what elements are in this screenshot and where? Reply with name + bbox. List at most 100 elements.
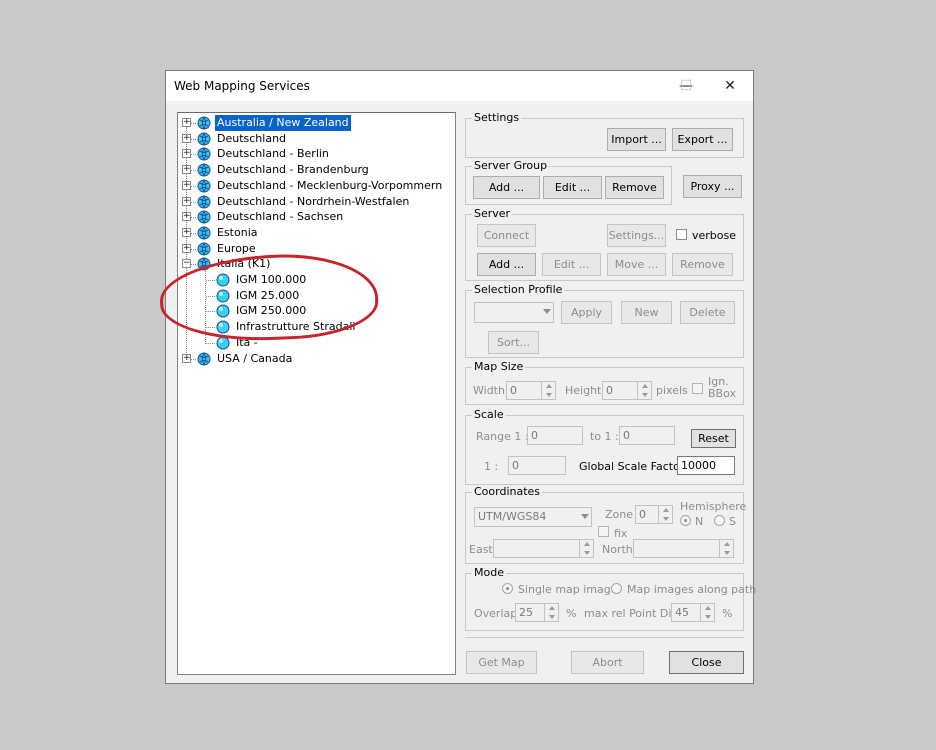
import-button[interactable]: Import ... <box>607 128 666 151</box>
profile-combo[interactable] <box>474 302 554 323</box>
coordinate-system-combo[interactable]: UTM/WGS84 <box>474 507 592 527</box>
zone-spinner[interactable] <box>658 506 672 523</box>
server-remove-button[interactable]: Remove <box>672 253 733 276</box>
overlap-spinner[interactable] <box>544 604 558 621</box>
north-field[interactable] <box>633 539 734 558</box>
tree-node[interactable]: + Europe <box>178 241 448 257</box>
north-spinner[interactable] <box>719 540 733 557</box>
server-group-globe-icon <box>197 116 211 130</box>
maximize-icon[interactable]: ☐ <box>664 71 708 101</box>
max-rel-field[interactable]: 45 <box>671 603 715 622</box>
fix-label: fix <box>614 527 628 540</box>
server-group-remove-button[interactable]: Remove <box>605 176 664 199</box>
expand-icon[interactable]: + <box>182 133 191 143</box>
tree-node[interactable]: + Estonia <box>178 225 448 241</box>
verbose-checkbox[interactable] <box>676 229 687 240</box>
hemisphere-label: Hemisphere <box>680 500 747 513</box>
profile-new-button[interactable]: New <box>621 301 672 324</box>
width-spinner[interactable] <box>541 382 555 399</box>
expand-icon[interactable]: + <box>182 243 191 253</box>
tree-child-label: IGM 250.000 <box>236 304 307 318</box>
profile-delete-button[interactable]: Delete <box>680 301 735 324</box>
coordinate-system-value: UTM/WGS84 <box>478 510 547 523</box>
east-spinner[interactable] <box>579 540 593 557</box>
tree-node[interactable]: + Deutschland - Mecklenburg-Vorpommern <box>178 178 448 194</box>
tree-child-label: IGM 25.000 <box>236 288 300 302</box>
tree-node-label: Australia / New Zealand <box>215 115 351 131</box>
tree-node[interactable]: + Deutschland - Nordrhein-Westfalen <box>178 194 448 210</box>
tree-node[interactable]: − Italia (K1) <box>178 256 448 272</box>
tree-connector <box>206 295 215 297</box>
height-spinner[interactable] <box>637 382 651 399</box>
server-add-button[interactable]: Add ... <box>477 253 536 276</box>
expand-icon[interactable]: + <box>182 180 191 190</box>
width-field[interactable]: 0 <box>506 381 556 400</box>
hemisphere-n-label: N <box>695 515 704 528</box>
tree-connector <box>191 248 196 250</box>
max-rel-label: max rel Point Dist <box>584 607 682 620</box>
tree-node[interactable]: + Australia / New Zealand <box>178 115 448 131</box>
tree-child-node[interactable]: Infrastrutture Stradali <box>178 319 448 335</box>
expand-icon[interactable]: + <box>182 196 191 206</box>
wms-layer-globe-icon <box>216 289 230 303</box>
tree-connector <box>191 201 196 203</box>
scale-group: Scale Range 1 : 0 to 1 : 0 Reset 1 : 0 G… <box>465 408 744 485</box>
one-field[interactable]: 0 <box>508 456 566 475</box>
server-group-edit-button[interactable]: Edit ... <box>543 176 602 199</box>
connect-button[interactable]: Connect <box>477 224 536 247</box>
expand-icon[interactable]: + <box>182 212 191 222</box>
range-from-field[interactable]: 0 <box>527 426 583 445</box>
tree-node-label: USA / Canada <box>217 351 293 365</box>
server-tree[interactable]: + Australia / New Zealand + Deutschland + Deu… <box>177 112 456 675</box>
overlap-field[interactable]: 25 <box>515 603 559 622</box>
tree-node[interactable]: + Deutschland - Sachsen <box>178 209 448 225</box>
east-label: East <box>469 543 493 556</box>
tree-node[interactable]: + USA / Canada <box>178 351 448 367</box>
scale-reset-button[interactable]: Reset <box>691 429 736 448</box>
hemisphere-s-radio[interactable] <box>714 515 725 526</box>
tree-node[interactable]: + Deutschland <box>178 131 448 147</box>
single-map-radio[interactable] <box>502 583 513 594</box>
global-scale-field[interactable]: 10000 <box>677 456 735 475</box>
tree-child-node[interactable]: IGM 25.000 <box>178 288 448 304</box>
ign-bbox-checkbox[interactable] <box>692 383 703 394</box>
range-to-field[interactable]: 0 <box>619 426 675 445</box>
tree-node[interactable]: + Deutschland - Brandenburg <box>178 162 448 178</box>
tree-child-node[interactable]: IGM 250.000 <box>178 303 448 319</box>
server-group-add-button[interactable]: Add ... <box>473 176 540 199</box>
expand-icon[interactable]: + <box>182 165 191 175</box>
wms-layer-globe-icon <box>216 304 230 318</box>
wms-layer-globe-icon <box>216 320 230 334</box>
get-map-button[interactable]: Get Map <box>466 651 537 674</box>
tree-node-label: Deutschland - Sachsen <box>217 210 344 224</box>
tree-child-node[interactable]: Ita - <box>178 335 448 351</box>
hemisphere-n-radio[interactable] <box>680 515 691 526</box>
fix-checkbox[interactable] <box>598 526 609 537</box>
collapse-icon[interactable]: − <box>182 259 191 269</box>
close-icon[interactable]: ✕ <box>708 71 752 101</box>
tree-node-label: Italia (K1) <box>217 257 271 271</box>
east-field[interactable] <box>493 539 594 558</box>
server-settings-button[interactable]: Settings... <box>607 224 666 247</box>
profile-sort-button[interactable]: Sort... <box>488 331 539 354</box>
along-path-radio[interactable] <box>611 583 622 594</box>
close-button[interactable]: Close <box>669 651 744 674</box>
expand-icon[interactable]: + <box>182 353 191 363</box>
proxy-button[interactable]: Proxy ... <box>683 175 742 198</box>
server-move-button[interactable]: Move ... <box>607 253 666 276</box>
server-group-globe-icon <box>197 242 211 256</box>
expand-icon[interactable]: + <box>182 227 191 237</box>
tree-child-node[interactable]: IGM 100.000 <box>178 272 448 288</box>
title-bar[interactable]: Web Mapping Services — ☐ ✕ <box>166 71 753 101</box>
abort-button[interactable]: Abort <box>571 651 644 674</box>
tree-node[interactable]: + Deutschland - Berlin <box>178 146 448 162</box>
expand-icon[interactable]: + <box>182 149 191 159</box>
zone-field[interactable]: 0 <box>635 505 673 524</box>
expand-icon[interactable]: + <box>182 118 191 127</box>
server-edit-button[interactable]: Edit ... <box>542 253 601 276</box>
export-button[interactable]: Export ... <box>672 128 733 151</box>
tree-node-label: Deutschland - Nordrhein-Westfalen <box>217 194 410 208</box>
max-rel-spinner[interactable] <box>700 604 714 621</box>
profile-apply-button[interactable]: Apply <box>561 301 612 324</box>
height-field[interactable]: 0 <box>602 381 652 400</box>
